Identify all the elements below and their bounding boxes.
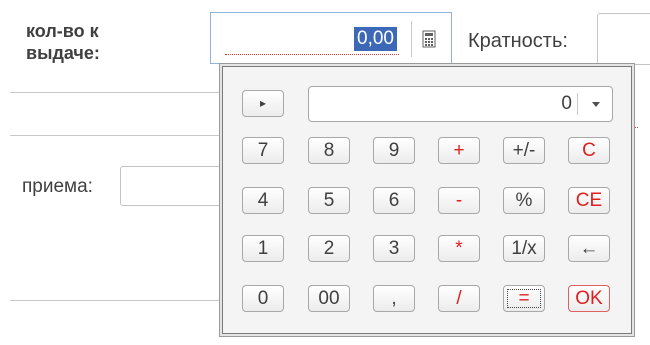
key-reciprocal[interactable]: 1/x	[503, 235, 545, 262]
key-clear-entry[interactable]: CE	[568, 187, 610, 214]
key-divide[interactable]: /	[438, 285, 480, 312]
key-2[interactable]: 2	[308, 235, 350, 262]
key-1[interactable]: 1	[242, 235, 284, 262]
qty-to-issue-field[interactable]: 0,00	[210, 12, 452, 64]
key-equals[interactable]: =	[503, 285, 545, 312]
key-9[interactable]: 9	[373, 137, 415, 164]
multiplicity-label: Кратность:	[468, 30, 568, 52]
key-percent[interactable]: %	[503, 187, 545, 214]
key-00[interactable]: 00	[308, 285, 350, 312]
divider	[10, 135, 222, 136]
calculator-icon[interactable]	[419, 29, 439, 49]
key-backspace[interactable]: ←	[568, 235, 610, 262]
key-0[interactable]: 0	[242, 285, 284, 312]
field-separator	[411, 21, 412, 57]
qty-to-issue-label: кол-во к выдаче:	[26, 21, 100, 63]
multiplicity-field[interactable]	[597, 13, 650, 65]
display-separator	[577, 93, 578, 115]
qty-to-issue-value[interactable]: 0,00	[354, 27, 397, 51]
intake-label: приема:	[22, 176, 93, 197]
mode-toggle-button[interactable]: ▸	[242, 90, 284, 117]
calculator-display[interactable]: 0	[308, 86, 613, 122]
required-underline	[225, 54, 399, 55]
key-ok[interactable]: OK	[568, 285, 610, 312]
key-7[interactable]: 7	[242, 137, 284, 164]
key-5[interactable]: 5	[308, 187, 350, 214]
key-clear[interactable]: C	[568, 137, 610, 164]
key-6[interactable]: 6	[373, 187, 415, 214]
key-negate[interactable]: +/-	[503, 137, 545, 164]
key-4[interactable]: 4	[242, 187, 284, 214]
key-8[interactable]: 8	[308, 137, 350, 164]
divider	[10, 300, 222, 301]
calculator-popup: ▸ 0 7 8 9 + +/- C 4 5 6 - % CE 1 2 3 * 1…	[222, 66, 632, 334]
divider	[10, 92, 222, 93]
calculator-display-value: 0	[561, 93, 572, 114]
key-decimal[interactable]: ,	[373, 285, 415, 312]
key-multiply[interactable]: *	[438, 235, 480, 262]
key-minus[interactable]: -	[438, 187, 480, 214]
key-plus[interactable]: +	[438, 137, 480, 164]
chevron-down-icon[interactable]	[592, 102, 600, 107]
key-3[interactable]: 3	[373, 235, 415, 262]
